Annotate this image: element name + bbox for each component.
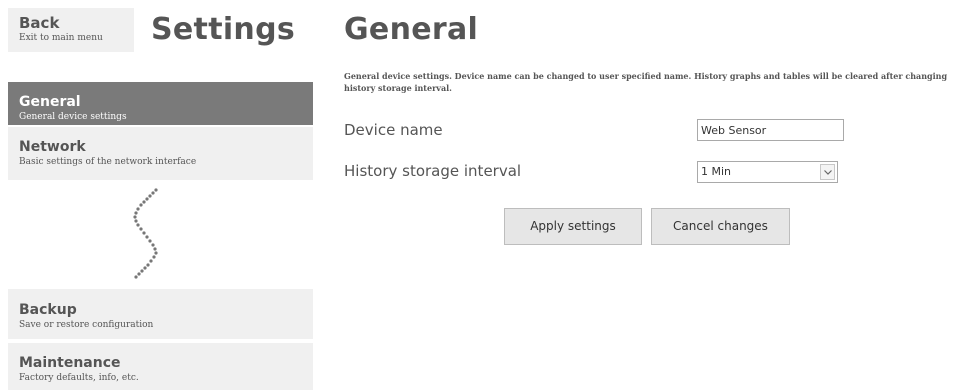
sidebar-item-network[interactable]: Network Basic settings of the network in…: [8, 127, 313, 180]
omitted-items-gap: [8, 181, 313, 288]
sidebar-item-subtitle: Factory defaults, info, etc.: [19, 373, 139, 383]
back-button-subtitle: Exit to main menu: [19, 33, 103, 43]
settings-page: Back Exit to main menu Settings General …: [0, 0, 953, 390]
apply-settings-button[interactable]: Apply settings: [504, 208, 642, 245]
sidebar-item-title: Maintenance: [19, 355, 121, 371]
sidebar-item-title: Network: [19, 139, 86, 155]
sidebar-item-subtitle: Basic settings of the network interface: [19, 157, 197, 167]
history-interval-select[interactable]: 1 Min: [697, 161, 838, 183]
sidebar-item-backup[interactable]: Backup Save or restore configuration: [8, 289, 313, 339]
section-description: General device settings. Device name can…: [344, 71, 948, 93]
wavy-dotted-break-icon: [133, 188, 158, 279]
sidebar-item-general[interactable]: General General device settings: [8, 82, 313, 125]
page-title: General: [344, 12, 479, 47]
sidebar-item-maintenance[interactable]: Maintenance Factory defaults, info, etc.: [8, 343, 313, 390]
sidebar-item-title: General: [19, 94, 81, 110]
history-interval-label: History storage interval: [344, 162, 522, 180]
sidebar-item-subtitle: Save or restore configuration: [19, 320, 154, 330]
settings-heading: Settings: [151, 12, 296, 47]
back-button[interactable]: Back Exit to main menu: [8, 8, 134, 52]
device-name-label: Device name: [344, 121, 443, 139]
sidebar-item-title: Backup: [19, 302, 77, 318]
history-interval-value: 1 Min: [701, 165, 732, 178]
device-name-field[interactable]: [697, 119, 844, 141]
sidebar-item-subtitle: General device settings: [19, 112, 127, 122]
back-button-title: Back: [19, 14, 60, 32]
chevron-down-icon[interactable]: [820, 164, 835, 180]
cancel-changes-button[interactable]: Cancel changes: [651, 208, 790, 245]
